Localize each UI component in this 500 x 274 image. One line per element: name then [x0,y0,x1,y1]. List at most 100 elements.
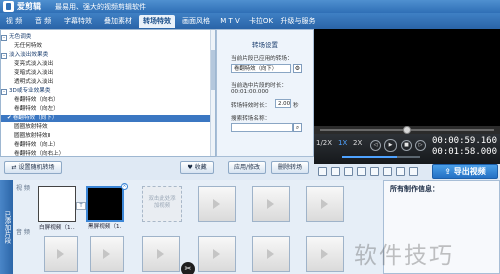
title-bar: 爱剪辑 最易用、强大的视频剪辑软件 [0,0,500,13]
clip-length-value: 00:01:00.000 [231,89,269,95]
empty-audio-slot[interactable] [44,236,78,272]
apply-modify-button[interactable]: 应用/修改 [228,161,266,174]
clip-label: 黑屏视频（1… [88,224,122,230]
tree-item-label: 无任何特效 [14,43,42,49]
tree-group[interactable]: - 淡入淡出效果类 [1,52,215,59]
tree-group-label: 3D或专业效果类 [9,88,51,94]
tree-item-label: 透明式淡入淡出 [14,79,54,85]
prev-frame-icon[interactable]: ◁ [370,140,381,151]
tree-item[interactable]: 卷翻特效（向上） [1,142,215,149]
empty-audio-slot[interactable] [198,236,236,272]
clip-label: 白屏视频（1… [39,225,75,231]
tree-item[interactable]: 无任何特效 [1,43,215,50]
tree-item[interactable]: 变亮式淡入淡出 [1,61,215,68]
tree-group[interactable]: - 无色调类 [1,34,215,41]
check-icon: ✔ [7,115,12,121]
play-icon[interactable]: ▶ [384,139,397,152]
info-icon[interactable] [396,167,405,176]
scissors-icon[interactable]: ✂ [181,262,195,274]
tab-karaoke[interactable]: 卡拉OK [246,15,276,28]
empty-audio-slot[interactable] [90,236,124,272]
export-icon: ⇪ [444,167,454,176]
empty-audio-slot[interactable] [306,236,344,272]
duration-input[interactable]: 2.00 [275,99,291,108]
tree-item-label: 卷翻特效（向右） [14,97,59,103]
tree-item-selected[interactable]: ✔卷翻特效（向下） [1,115,215,122]
empty-clip-slot[interactable] [252,186,290,222]
tree-item[interactable]: 变暗式淡入淡出 [1,70,215,77]
seek-knob[interactable] [403,126,411,134]
add-clip-hint: 双击此处添加视频 [148,196,176,209]
empty-clip-slot[interactable] [306,186,344,222]
app-logo-icon [3,1,14,12]
add-clip-placeholder[interactable]: 双击此处添加视频 [142,186,182,222]
tree-group[interactable]: -3D或专业效果类 [1,88,215,95]
heart-icon: ♥ [187,164,195,171]
delete-transition-button[interactable]: 删除转场 [271,161,309,174]
video-preview [314,29,500,128]
tree-scrollbar[interactable] [210,30,215,156]
more-icon[interactable] [409,167,418,176]
tab-mtv[interactable]: M T V [217,15,243,28]
speed-normal[interactable]: 1X [338,139,347,147]
empty-audio-slot[interactable] [252,236,290,272]
tree-item-label: 卷翻特效（向上） [14,142,59,148]
app-title: 爱剪辑 [17,2,41,11]
speed-half[interactable]: 1/2X [316,139,332,147]
settings-gear-icon[interactable]: ⚙ [293,64,302,73]
favorite-button[interactable]: ♥ 收藏 [180,161,214,174]
tree-group-label: 淡入淡出效果类 [9,52,49,58]
empty-audio-slot[interactable] [142,236,180,272]
tree-item[interactable]: 卷翻特效（向右） [1,97,215,104]
added-clips-tab[interactable]: 已添加片段 [0,180,13,274]
volume-fill [342,156,397,158]
remove-clip-icon[interactable]: × [121,183,128,190]
tab-upgrade-service[interactable]: 升级与服务 [279,15,317,28]
clip-length-label: 当前选中片段的时长： [231,83,287,89]
duration-value: 2.00 [278,101,291,107]
tab-overlay-materials[interactable]: 叠加素材 [100,15,136,28]
camera-icon[interactable] [344,167,353,176]
tab-video[interactable]: 视 频 [2,15,26,28]
export-video-button[interactable]: ⇪ 导出视频 [432,164,498,179]
transition-settings-panel: 转场设置 当前片段已应用的转场： 卷翻特效（向下） ⚙ 当前选中片段的时长： 0… [216,29,314,157]
empty-clip-slot[interactable] [198,186,236,222]
tab-audio[interactable]: 音 频 [31,15,55,28]
tab-subtitle-effects[interactable]: 字幕特效 [60,15,96,28]
settings-icon[interactable] [357,167,366,176]
next-frame-icon[interactable]: ▷ [415,140,426,151]
collapse-icon[interactable]: - [1,53,7,59]
duration-unit: 秒 [293,103,299,109]
watermark-text: 软件技巧 [354,243,454,269]
transition-actions: ⇄ 设置随机转场 ♥ 收藏 应用/修改 删除转场 [0,157,314,179]
tree-item[interactable]: 透明式淡入淡出 [1,79,215,86]
tree-item[interactable]: 卷翻特效（向左） [1,106,215,113]
current-transition-label: 当前片段已应用的转场： [231,56,293,62]
current-time: 00:00:59.160 [432,136,498,146]
search-input[interactable] [231,123,293,132]
volume-slider[interactable] [342,156,420,158]
video-track-label: 视 频 [16,185,30,192]
trash-icon[interactable] [383,167,392,176]
export-label: 导出视频 [453,167,486,176]
set-random-transition-button[interactable]: ⇄ 设置随机转场 [4,161,62,174]
search-icon[interactable]: ⌕ [293,123,302,132]
tree-item-label: 卷翻特效（向左） [14,106,59,112]
redo-icon[interactable] [331,167,340,176]
clip-thumbnail-selected[interactable]: 黑屏视频（1… [86,186,124,230]
tree-group-label: 无色调类 [9,34,32,40]
speed-double[interactable]: 2X [353,139,362,147]
tab-picture-style[interactable]: 画面风格 [178,15,214,28]
tab-transition-effects[interactable]: 转场特效 [139,15,175,28]
tree-item[interactable]: 圆圈放射特效 [1,124,215,131]
collapse-icon[interactable]: - [1,35,7,41]
zoom-icon[interactable] [370,167,379,176]
transition-marker-icon[interactable]: T [76,202,86,210]
stop-icon[interactable]: ■ [401,140,412,151]
tree-item[interactable]: 圆圈放射特效Ⅱ [1,133,215,140]
undo-icon[interactable] [318,167,327,176]
scrollbar-thumb[interactable] [211,50,215,90]
seek-bar[interactable] [314,126,500,134]
collapse-icon[interactable]: - [1,89,7,95]
clip-thumbnail[interactable]: 白屏视频（1… [38,186,76,231]
